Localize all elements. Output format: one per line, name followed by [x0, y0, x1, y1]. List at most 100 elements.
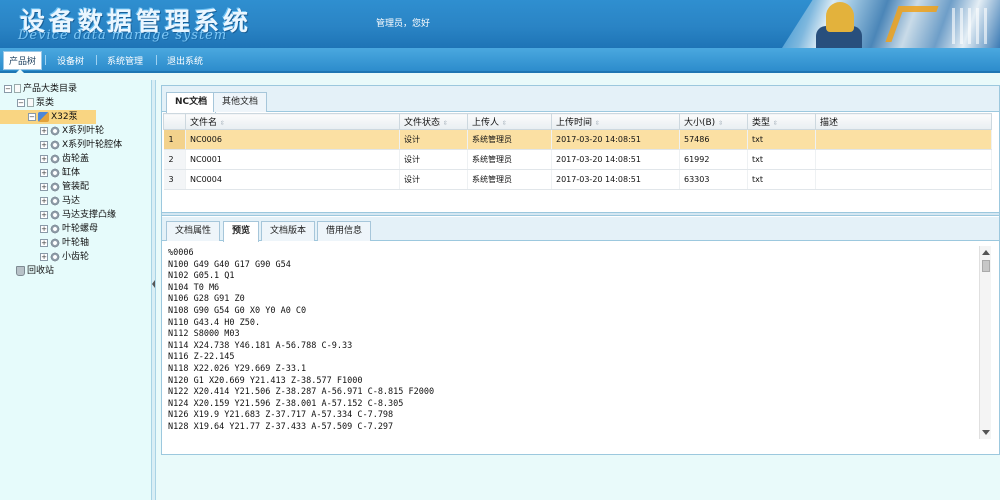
code-line: N124 X20.159 Y21.596 Z-38.001 A-57.152 C…: [168, 398, 404, 409]
tree-node-label: 马达支撑凸缘: [62, 210, 117, 220]
expand-toggle[interactable]: +: [40, 210, 48, 219]
doc-icon: [14, 84, 21, 93]
column-header-description[interactable]: 描述: [815, 113, 992, 130]
nav-exit-system[interactable]: 退出系统: [167, 54, 203, 67]
expand-toggle[interactable]: +: [40, 126, 48, 135]
cell-filename: NC0004: [185, 169, 400, 190]
cell-type: txt: [747, 149, 816, 170]
scroll-up-arrow-icon[interactable]: [982, 250, 990, 255]
cell-size: 57486: [679, 129, 748, 150]
column-header-uploader[interactable]: 上传人 ⇳: [467, 113, 552, 130]
tree-node-motor[interactable]: + 马达: [40, 194, 80, 208]
expand-toggle[interactable]: +: [40, 140, 48, 149]
sort-icon: ⇳: [595, 120, 601, 127]
nav-product-tree[interactable]: 产品树: [3, 51, 43, 70]
collapse-toggle[interactable]: −: [17, 98, 25, 107]
code-line: N120 G1 X20.669 Y21.413 Z-38.577 F1000: [168, 375, 363, 386]
tree-node-label: X系列叶轮: [62, 126, 105, 136]
tree-node-product-catalog[interactable]: − 产品大类目录: [4, 82, 77, 96]
cell-filename: NC0006: [185, 129, 400, 150]
table-row[interactable]: 3 NC0004 设计 系统管理员 2017-03-20 14:08:51 63…: [163, 169, 992, 190]
user-greeting: 管理员，您好: [376, 19, 431, 29]
tree-node-label: 叶轮螺母: [62, 224, 99, 234]
code-line: N100 G49 G40 G17 G90 G54: [168, 259, 291, 270]
column-header-size[interactable]: 大小(B) ⇳: [679, 113, 748, 130]
tree-node-label: X32泵: [51, 112, 78, 122]
tree-node-x-impeller-chamber[interactable]: + X系列叶轮腔体: [40, 138, 122, 152]
cell-type: txt: [747, 169, 816, 190]
tree-node-impeller-shaft[interactable]: + 叶轮轴: [40, 236, 89, 250]
row-number: 1: [163, 129, 186, 150]
cell-description: [815, 129, 992, 150]
collapse-arrow-icon[interactable]: [152, 280, 155, 288]
nav-separator: [156, 55, 157, 65]
row-number: 2: [163, 149, 186, 170]
expand-toggle[interactable]: +: [40, 224, 48, 233]
sort-icon: ⇳: [773, 120, 779, 127]
tab-nc-documents[interactable]: NC文档: [166, 92, 217, 113]
sort-icon: ⇳: [220, 120, 226, 127]
column-label: 文件状态: [404, 118, 441, 128]
code-line: N110 G43.4 H0 Z50.: [168, 317, 261, 328]
nav-separator: [45, 55, 46, 65]
table-row[interactable]: 2 NC0001 设计 系统管理员 2017-03-20 14:08:51 61…: [163, 149, 992, 170]
tree-node-label: 回收站: [27, 266, 55, 276]
gear-icon: [50, 167, 60, 178]
column-header-status[interactable]: 文件状态 ⇳: [399, 113, 468, 130]
doc-icon: [27, 98, 34, 107]
code-line: N122 X20.414 Y21.506 Z-38.287 A-56.971 C…: [168, 387, 435, 398]
cell-upload-time: 2017-03-20 14:08:51: [551, 149, 680, 170]
gear-icon: [50, 251, 60, 262]
recycle-bin-icon: [16, 265, 25, 276]
tab-preview[interactable]: 预览: [223, 221, 260, 242]
cell-status: 设计: [399, 169, 468, 190]
table-row[interactable]: 1 NC0006 设计 系统管理员 2017-03-20 14:08:51 57…: [163, 129, 992, 150]
panel-resize-divider[interactable]: [162, 212, 999, 216]
nav-equipment-tree[interactable]: 设备树: [57, 54, 84, 67]
expand-toggle[interactable]: +: [40, 182, 48, 191]
cell-status: 设计: [399, 149, 468, 170]
tree-node-gear-cover[interactable]: + 齿轮盖: [40, 152, 89, 166]
column-header-type[interactable]: 类型 ⇳: [747, 113, 816, 130]
expand-toggle[interactable]: +: [40, 196, 48, 205]
column-label: 描述: [820, 118, 839, 128]
document-detail-tabs: 文档属性 预览 文档版本 借用信息: [162, 217, 999, 242]
scroll-down-arrow-icon[interactable]: [982, 430, 990, 435]
code-line: N116 Z-22.145: [168, 352, 235, 363]
cell-status: 设计: [399, 129, 468, 150]
gear-icon: [50, 209, 60, 220]
tab-document-versions[interactable]: 文档版本: [261, 221, 316, 241]
collapse-toggle[interactable]: −: [28, 112, 36, 121]
nav-system-management[interactable]: 系统管理: [107, 54, 143, 67]
tree-node-pumps[interactable]: − 泵类: [17, 96, 54, 110]
tab-other-documents[interactable]: 其他文档: [213, 92, 268, 112]
tab-borrow-info[interactable]: 借用信息: [317, 221, 372, 241]
expand-toggle[interactable]: +: [40, 168, 48, 177]
tree-node-x32-pump[interactable]: − X32泵: [0, 110, 96, 124]
tree-node-motor-flange[interactable]: + 马达支撑凸缘: [40, 208, 116, 222]
tree-node-cylinder[interactable]: + 缸体: [40, 166, 80, 180]
document-grid: 文件名 ⇳ 文件状态 ⇳ 上传人 ⇳ 上传时间 ⇳ 大小(B) ⇳ 类型 ⇳ 描述 1 NC…: [163, 113, 992, 190]
column-header-filename[interactable]: 文件名 ⇳: [185, 113, 400, 130]
preview-scrollbar[interactable]: [979, 246, 991, 439]
column-header-upload-time[interactable]: 上传时间 ⇳: [551, 113, 680, 130]
tab-document-properties[interactable]: 文档属性: [166, 221, 221, 241]
document-panel: NC文档 其他文档 文件名 ⇳ 文件状态 ⇳ 上传人 ⇳ 上传时间 ⇳ 大小(B) ⇳ 类…: [161, 85, 1000, 455]
tree-node-recycle-bin[interactable]: 回收站: [16, 264, 54, 278]
expand-toggle[interactable]: +: [40, 238, 48, 247]
tree-node-label: 产品大类目录: [23, 84, 78, 94]
expand-toggle[interactable]: +: [40, 252, 48, 261]
gear-icon: [50, 125, 60, 136]
expand-toggle[interactable]: +: [40, 154, 48, 163]
tree-node-pipe-assembly[interactable]: + 管装配: [40, 180, 89, 194]
tree-node-x-impeller[interactable]: + X系列叶轮: [40, 124, 104, 138]
code-line: N102 G05.1 Q1: [168, 271, 235, 282]
collapse-toggle[interactable]: −: [4, 84, 12, 93]
nc-code-preview[interactable]: %0006 N100 G49 G40 G17 G90 G54 N102 G05.1 …: [168, 248, 978, 448]
cell-uploader: 系统管理员: [467, 149, 552, 170]
tree-node-impeller-nut[interactable]: + 叶轮螺母: [40, 222, 98, 236]
tree-node-pinion[interactable]: + 小齿轮: [40, 250, 89, 264]
sidebar-splitter[interactable]: [151, 80, 156, 500]
header-banner-image: [782, 0, 1000, 48]
scroll-thumb[interactable]: [982, 260, 990, 272]
